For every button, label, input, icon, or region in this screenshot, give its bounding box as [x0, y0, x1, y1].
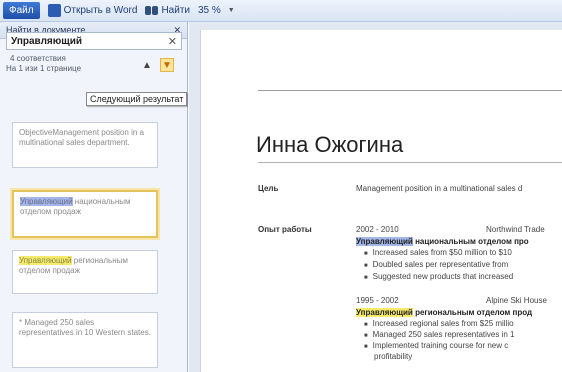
result-highlight: * Managed	[19, 318, 58, 327]
job2-title-rest: региональным отделом прод	[415, 308, 533, 317]
divider	[258, 90, 562, 91]
job2-bullet: Implemented training course for new c	[364, 341, 509, 350]
page-info: На 1 изи 1 странице	[6, 64, 82, 73]
result-highlight: ObjectiveManagement	[19, 128, 100, 137]
match-info: 4 соответствия На 1 изи 1 странице	[6, 54, 81, 74]
ribbon-toolbar: Файл Открыть в Word Найти 35 % ▼	[0, 0, 562, 22]
binoculars-icon	[145, 5, 159, 16]
search-result-item[interactable]: Управляющий региональным отделом продаж	[12, 250, 158, 294]
job2-title: Управляющий региональным отделом прод	[356, 308, 532, 317]
match-count: 4 соответствия	[10, 54, 66, 63]
clear-search-icon[interactable]: ✕	[168, 35, 177, 48]
job2-years: 1995 - 2002	[356, 296, 399, 305]
job2-bullet-continuation: profitability	[374, 352, 413, 361]
previous-result-arrow-icon[interactable]: ▲	[140, 58, 154, 72]
find-button[interactable]: Найти	[145, 5, 190, 16]
search-value: Управляющий	[11, 35, 83, 47]
next-result-tooltip: Следующий результат	[86, 92, 188, 106]
divider	[258, 162, 562, 163]
objective-text: Management position in a multinational s…	[356, 184, 523, 193]
experience-label: Опыт работы	[258, 225, 312, 234]
resume-name: Инна Ожогина	[256, 132, 404, 157]
search-result-item-selected[interactable]: Управляющий национальным отделом продаж	[12, 190, 158, 238]
job1-title-rest: национальным отделом про	[415, 237, 529, 246]
job1-bullet: Suggested new products that increased	[364, 272, 514, 281]
search-input[interactable]: Управляющий ✕	[6, 32, 182, 50]
job2-company: Alpine Ski House	[486, 296, 547, 305]
job1-title-highlight: Управляющий	[356, 237, 413, 246]
open-in-word-label: Открыть в Word	[63, 5, 138, 16]
next-result-arrow-icon[interactable]: ▼	[160, 58, 174, 72]
zoom-value: 35 %	[198, 5, 221, 16]
result-highlight: Управляющий	[20, 197, 73, 206]
job1-bullet: Increased sales from $50 million to $10	[364, 248, 512, 257]
job1-title: Управляющий национальным отделом про	[356, 237, 529, 246]
search-result-item[interactable]: ObjectiveManagement position in a multin…	[12, 122, 158, 168]
job2-bullet: Increased regional sales from $25 millio	[364, 319, 514, 328]
job1-years: 2002 - 2010	[356, 225, 399, 234]
job2-title-highlight: Управляющий	[356, 308, 413, 317]
open-in-word-button[interactable]: Открыть в Word	[47, 4, 138, 17]
job2-bullet: Managed 250 sales representatives in 1	[364, 330, 515, 339]
file-menu-button[interactable]: Файл	[3, 2, 40, 19]
job1-bullet: Doubled sales per representative from	[364, 260, 509, 269]
result-navigation: ▲ ▼	[140, 58, 174, 72]
chevron-down-icon: ▼	[227, 7, 235, 14]
zoom-dropdown[interactable]: 35 % ▼	[198, 5, 235, 16]
word-icon	[47, 4, 61, 17]
result-highlight: Управляющий	[19, 256, 72, 265]
job1-company: Northwind Trade	[486, 225, 545, 234]
objective-label: Цель	[258, 184, 279, 193]
find-label: Найти	[161, 5, 190, 16]
search-result-item[interactable]: * Managed 250 sales representatives in 1…	[12, 312, 158, 368]
